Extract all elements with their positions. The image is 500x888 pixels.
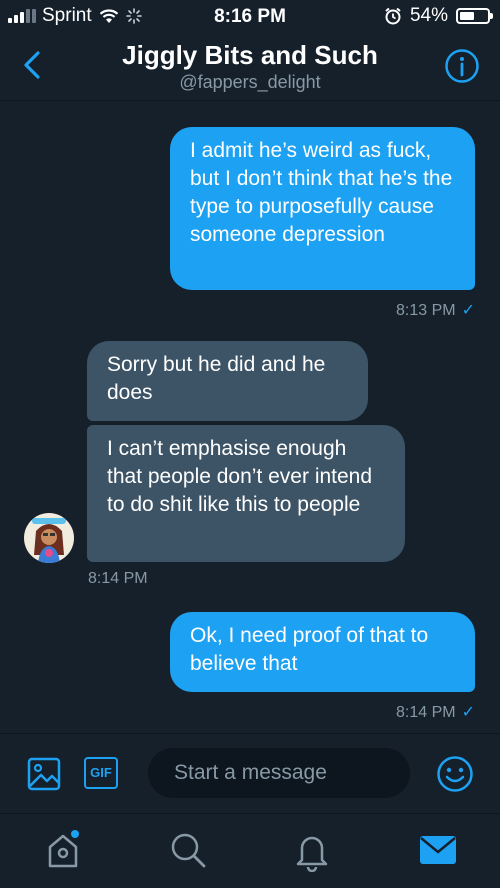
message-bubble-incoming[interactable]: Sorry but he did and he does (87, 341, 368, 421)
message-bubble-outgoing[interactable]: Ok, I need proof of that to believe that (170, 612, 475, 692)
conversation-header: Jiggly Bits and Such @fappers_delight (0, 34, 500, 101)
battery-icon (456, 8, 493, 24)
status-right: 54% (384, 5, 493, 27)
contact-avatar[interactable] (24, 513, 74, 563)
timestamp-text: 8:14 PM (396, 704, 456, 721)
read-check-icon: ✓ (461, 302, 475, 319)
timestamp-text: 8:13 PM (396, 302, 456, 319)
timestamp-text: 8:14 PM (88, 570, 148, 587)
message-input[interactable]: Start a message (148, 748, 410, 798)
bottom-tab-bar (0, 813, 500, 888)
read-check-icon: ✓ (461, 704, 475, 721)
cartoon-avatar-icon (32, 518, 66, 563)
message-bubble-outgoing[interactable]: I admit he’s weird as fuck, but I don’t … (170, 127, 475, 290)
notifications-bell-icon[interactable] (292, 830, 332, 872)
messages-envelope-icon[interactable] (418, 834, 458, 866)
battery-fill (460, 12, 475, 20)
alarm-clock-icon (385, 7, 401, 25)
gif-label: GIF (90, 765, 112, 780)
message-bubble-incoming[interactable]: I can’t emphasise enough that people don… (87, 425, 405, 562)
message-input-placeholder: Start a message (174, 761, 327, 784)
search-icon[interactable] (168, 830, 208, 870)
conversation-title: Jiggly Bits and Such (122, 40, 378, 70)
info-icon[interactable] (444, 48, 480, 84)
message-timestamp: 8:14 PM ✓ (396, 702, 475, 722)
status-bar: Sprint 8:16 PM 54% (0, 0, 500, 34)
emoji-smiley-icon[interactable] (436, 755, 474, 793)
message-composer: GIF Start a message (0, 733, 500, 814)
home-icon[interactable] (42, 828, 86, 872)
message-timestamp: 8:13 PM ✓ (396, 300, 475, 320)
message-timestamp: 8:14 PM (88, 570, 148, 588)
conversation-handle: @fappers_delight (179, 72, 321, 92)
gif-button[interactable]: GIF (84, 757, 118, 789)
battery-percent: 54% (409, 5, 448, 26)
image-icon[interactable] (26, 756, 62, 792)
